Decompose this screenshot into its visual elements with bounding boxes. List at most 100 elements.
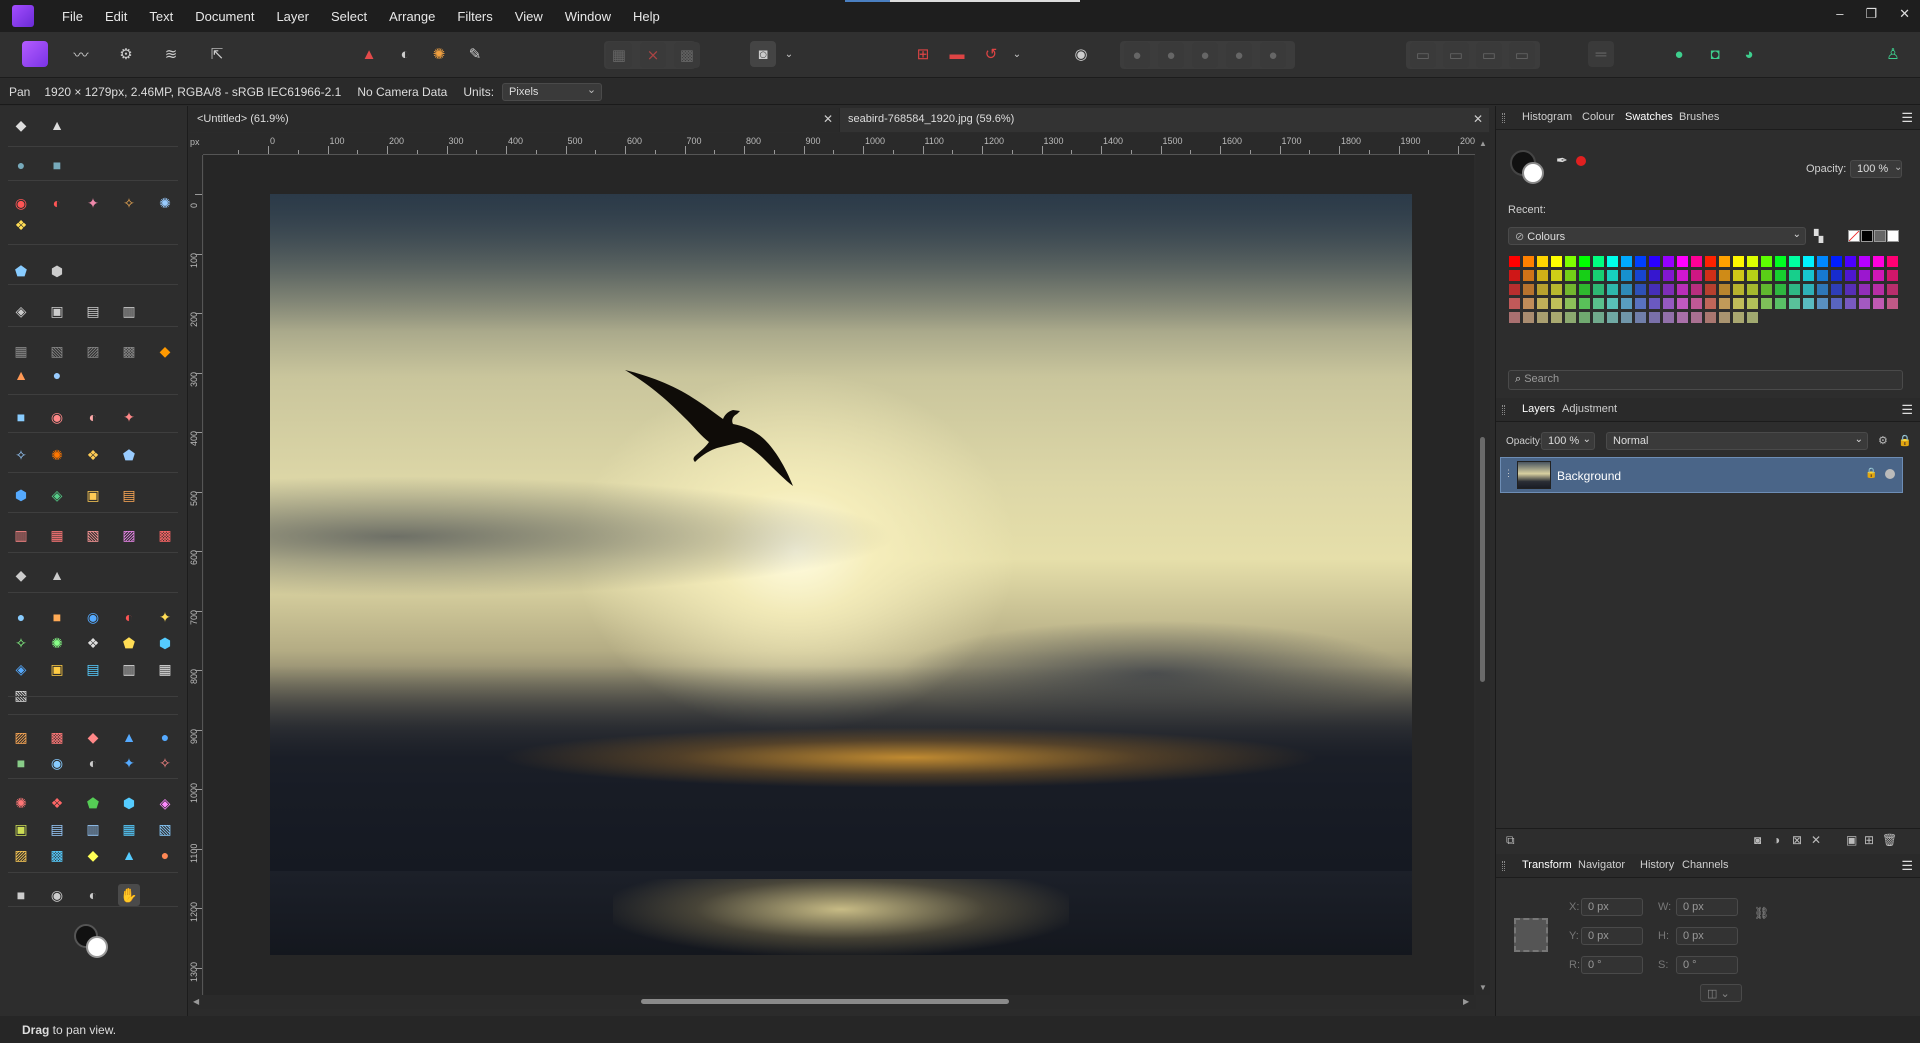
swatch[interactable]	[1886, 269, 1899, 282]
bubble-icon[interactable]: ❖	[82, 632, 104, 654]
swatch[interactable]	[1872, 255, 1885, 268]
menu-view[interactable]: View	[515, 9, 543, 24]
flood-erase-icon[interactable]: ✦	[118, 406, 140, 428]
swatch[interactable]	[1844, 297, 1857, 310]
swatch[interactable]	[1774, 255, 1787, 268]
anchor-point-icon[interactable]	[1514, 918, 1548, 952]
menu-select[interactable]: Select	[331, 9, 367, 24]
boolean-add-icon[interactable]: ●	[1124, 42, 1150, 68]
swirl-icon[interactable]: ▨	[10, 726, 32, 748]
swatch[interactable]	[1578, 255, 1591, 268]
hand-tool-icon[interactable]: ✋	[118, 884, 140, 906]
tiles-icon[interactable]: ✧	[154, 752, 176, 774]
arrange-front-icon[interactable]: ▭	[1509, 42, 1535, 68]
levels-icon[interactable]: ▲	[356, 41, 382, 67]
perspective-tool-icon[interactable]: ▲	[46, 564, 68, 586]
picked-colour-swatch[interactable]	[1576, 156, 1586, 166]
menu-text[interactable]: Text	[149, 9, 173, 24]
swatch[interactable]	[1648, 311, 1661, 324]
book-icon[interactable]: ▩	[46, 844, 68, 866]
selection-brush-icon[interactable]: ▲	[10, 364, 32, 386]
chevron-down-icon[interactable]: ⌄	[1894, 162, 1902, 173]
swatch[interactable]	[1816, 297, 1829, 310]
burn-tool-icon[interactable]: ✺	[46, 444, 68, 466]
menu-filters[interactable]: Filters	[457, 9, 492, 24]
rectangle-tool-icon[interactable]: ◈	[10, 300, 32, 322]
swatch[interactable]	[1718, 311, 1731, 324]
secondary-colour-well[interactable]	[1522, 162, 1544, 184]
menu-document[interactable]: Document	[195, 9, 254, 24]
blend-mode-select[interactable]: Normal ⌄	[1606, 432, 1868, 450]
close-icon[interactable]: ✕	[823, 112, 833, 126]
swatch[interactable]	[1788, 255, 1801, 268]
swatch[interactable]	[1634, 311, 1647, 324]
swatch[interactable]	[1886, 283, 1899, 296]
swatch[interactable]	[1564, 269, 1577, 282]
transform-origin-select[interactable]: ◫ ⌄	[1700, 984, 1742, 1002]
swatch-search-input[interactable]: ⌕ Search	[1508, 370, 1903, 390]
y-field[interactable]: 0 px	[1581, 927, 1643, 945]
shading-icon[interactable]: ◐	[118, 606, 140, 628]
dot-square-icon[interactable]: ⬟	[82, 792, 104, 814]
sphere-fx-icon[interactable]: ●	[10, 606, 32, 628]
swatch[interactable]	[1718, 269, 1731, 282]
swatch[interactable]	[1802, 269, 1815, 282]
auto-contrast-icon[interactable]: ◐	[392, 41, 418, 67]
quick-mask-icon[interactable]: ◙	[750, 41, 776, 67]
swatch[interactable]	[1844, 269, 1857, 282]
vertical-scrollbar[interactable]: ▲ ▼	[1476, 133, 1490, 995]
swatch[interactable]	[1508, 283, 1521, 296]
blemish-removal-icon[interactable]: ▧	[82, 524, 104, 546]
patch-tool-icon[interactable]: ▦	[46, 524, 68, 546]
swatch[interactable]	[1760, 283, 1773, 296]
background-erase-icon[interactable]: ◐	[82, 406, 104, 428]
black-swatch[interactable]	[1861, 230, 1873, 242]
panel-menu-icon[interactable]: ☰	[1901, 402, 1913, 418]
boolean-subtract-icon[interactable]: ●	[1158, 42, 1184, 68]
swatch[interactable]	[1662, 255, 1675, 268]
swatch[interactable]	[1634, 269, 1647, 282]
swatch[interactable]	[1592, 311, 1605, 324]
swatch[interactable]	[1662, 311, 1675, 324]
swatch[interactable]	[1592, 269, 1605, 282]
swatch[interactable]	[1690, 297, 1703, 310]
swatch[interactable]	[1662, 283, 1675, 296]
swatch[interactable]	[1858, 283, 1871, 296]
deselect-icon[interactable]: ⨯	[640, 42, 666, 68]
swatch[interactable]	[1774, 283, 1787, 296]
rotation-field[interactable]: 0 °	[1581, 956, 1643, 974]
swatch[interactable]	[1648, 255, 1661, 268]
live-filter-icon[interactable]: ⊠	[1792, 833, 1802, 847]
frame-fx-icon[interactable]: ✺	[10, 792, 32, 814]
ripple-icon[interactable]: ●	[154, 726, 176, 748]
freehand-selection-icon[interactable]: ◆	[154, 340, 176, 362]
scroll-down-icon[interactable]: ▼	[1479, 983, 1487, 992]
crop-tool-icon[interactable]: ⬢	[46, 260, 68, 282]
pen-tool-icon[interactable]: ◉	[10, 192, 32, 214]
ring-icon[interactable]: ✺	[46, 632, 68, 654]
swatch[interactable]	[1620, 269, 1633, 282]
h-field[interactable]: 0 px	[1676, 927, 1738, 945]
menu-window[interactable]: Window	[565, 9, 611, 24]
sharpen-tool-icon[interactable]: ◈	[46, 484, 68, 506]
collaborate-icon[interactable]: ◘	[1702, 41, 1728, 67]
swatch[interactable]	[1606, 311, 1619, 324]
blur-tool-icon[interactable]: ⬢	[10, 484, 32, 506]
zoom-tool-icon[interactable]: ◐	[82, 884, 104, 906]
swatch[interactable]	[1690, 311, 1703, 324]
swatch[interactable]	[1802, 283, 1815, 296]
brush-sparkle-tool-icon[interactable]: ❖	[10, 214, 32, 236]
swatch[interactable]	[1788, 283, 1801, 296]
persona-assistant-icon[interactable]: ◉	[1068, 41, 1094, 67]
swatch[interactable]	[1746, 297, 1759, 310]
w-field[interactable]: 0 px	[1676, 898, 1738, 916]
swatch[interactable]	[1774, 297, 1787, 310]
clone-tool-icon[interactable]: ⬟	[118, 444, 140, 466]
menu-arrange[interactable]: Arrange	[389, 9, 435, 24]
panel-grip-icon[interactable]	[1502, 861, 1505, 871]
flood-fill-icon[interactable]: ■	[10, 406, 32, 428]
swatch[interactable]	[1690, 283, 1703, 296]
row-marquee-icon[interactable]: ▩	[118, 340, 140, 362]
layer-visibility-icon[interactable]	[1885, 469, 1895, 479]
menu-layer[interactable]: Layer	[276, 9, 309, 24]
